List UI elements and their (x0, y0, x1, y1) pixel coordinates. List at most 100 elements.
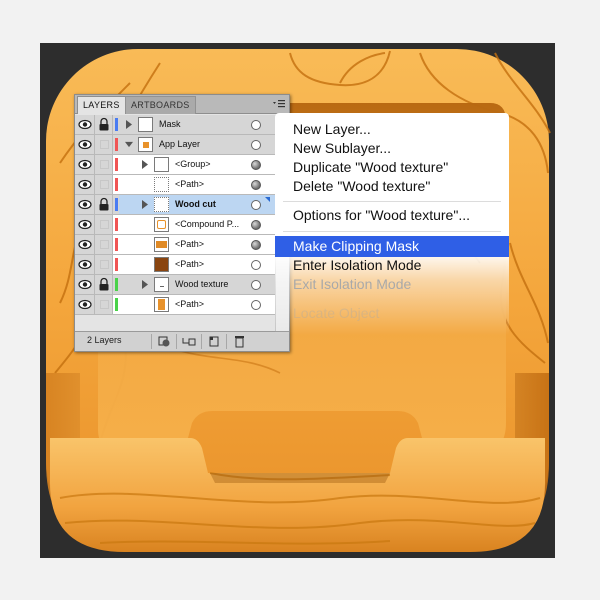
layer-name: Wood texture (175, 279, 229, 289)
selection-indicator (265, 197, 270, 202)
target-circle-icon[interactable] (251, 220, 261, 230)
layer-name: Wood cut (175, 199, 216, 209)
eye-icon[interactable] (75, 155, 95, 174)
layer-row-wood-texture[interactable]: Wood texture (75, 275, 289, 295)
layer-name: App Layer (159, 139, 201, 149)
clipping-mask-icon (158, 336, 170, 347)
lock-icon[interactable] (95, 115, 113, 134)
layer-row-mask[interactable]: Mask (75, 115, 289, 135)
lock-toggle[interactable] (100, 140, 109, 149)
lock-toggle[interactable] (100, 240, 109, 249)
layer-thumbnail (154, 157, 169, 172)
layers-panel: LAYERS ARTBOARDS Mask App Layer <Group> … (74, 94, 290, 352)
lock-icon[interactable] (95, 195, 113, 214)
layer-thumbnail (154, 257, 169, 272)
new-sublayer-button[interactable] (176, 334, 200, 349)
layer-row-compound-path[interactable]: <Compound P... (75, 215, 289, 235)
eye-icon[interactable] (75, 255, 95, 274)
expand-arrow-icon[interactable] (141, 280, 149, 289)
layer-row-wood-cut[interactable]: Wood cut (75, 195, 289, 215)
eye-icon[interactable] (75, 275, 95, 294)
new-sublayer-icon (182, 338, 196, 346)
eye-icon[interactable] (75, 215, 95, 234)
target-circle-icon[interactable] (251, 300, 261, 310)
eye-icon[interactable] (75, 235, 95, 254)
lock-toggle[interactable] (100, 220, 109, 229)
layer-color-bar (115, 238, 118, 251)
eye-icon[interactable] (75, 295, 95, 314)
layer-row-path[interactable]: <Path> (75, 235, 289, 255)
menu-separator (283, 201, 501, 202)
menu-item-delete[interactable]: Delete "Wood texture" (275, 176, 509, 197)
layer-count: 2 Layers (87, 335, 122, 345)
layer-row-group[interactable]: <Group> (75, 155, 289, 175)
layer-name: <Compound P... (175, 219, 240, 229)
layer-thumbnail (154, 217, 169, 232)
menu-item-new-sublayer[interactable]: New Sublayer... (275, 138, 509, 159)
layer-thumbnail (154, 297, 169, 312)
layer-row-path[interactable]: <Path> (75, 295, 289, 315)
menu-item-make-clipping-mask[interactable]: Make Clipping Mask (275, 236, 509, 257)
target-circle-icon[interactable] (251, 200, 261, 210)
new-layer-button[interactable] (201, 334, 225, 349)
panel-menu-icon[interactable] (272, 98, 286, 110)
layer-row-app-layer[interactable]: App Layer (75, 135, 289, 155)
menu-item-options[interactable]: Options for "Wood texture"... (275, 205, 509, 226)
layer-thumbnail (154, 197, 169, 212)
target-circle-icon[interactable] (251, 240, 261, 250)
menu-item-duplicate[interactable]: Duplicate "Wood texture" (275, 157, 509, 178)
collapse-arrow-icon[interactable] (125, 140, 133, 149)
layer-thumbnail (154, 237, 169, 252)
layer-row-path[interactable]: <Path> (75, 255, 289, 275)
lock-icon[interactable] (95, 275, 113, 294)
layer-name: <Path> (175, 239, 205, 249)
layer-color-bar (115, 218, 118, 231)
lock-toggle[interactable] (100, 180, 109, 189)
menu-item-enter-isolation-mode[interactable]: Enter Isolation Mode (275, 255, 509, 276)
layer-color-bar (115, 258, 118, 271)
panel-tab-bar: LAYERS ARTBOARDS (75, 95, 289, 114)
layer-thumbnail (154, 277, 169, 292)
eye-icon[interactable] (75, 115, 95, 134)
layer-color-bar (115, 138, 118, 151)
expand-arrow-icon[interactable] (125, 120, 133, 129)
layer-color-bar (115, 178, 118, 191)
layer-name: <Path> (175, 259, 205, 269)
eye-icon[interactable] (75, 135, 95, 154)
menu-item-new-layer[interactable]: New Layer... (275, 119, 509, 140)
menu-separator (283, 231, 501, 232)
expand-arrow-icon[interactable] (141, 160, 149, 169)
layer-thumbnail (154, 177, 169, 192)
layer-color-bar (115, 298, 118, 311)
delete-layer-button[interactable] (226, 334, 250, 349)
target-circle-icon[interactable] (251, 140, 261, 150)
target-circle-icon[interactable] (251, 120, 261, 130)
target-circle-icon[interactable] (251, 280, 261, 290)
panel-footer: 2 Layers (75, 331, 289, 351)
lock-toggle[interactable] (100, 260, 109, 269)
new-layer-icon (209, 336, 219, 347)
eye-icon[interactable] (75, 195, 95, 214)
expand-arrow-icon[interactable] (141, 200, 149, 209)
target-circle-icon[interactable] (251, 260, 261, 270)
layer-name: <Path> (175, 299, 205, 309)
lock-toggle[interactable] (100, 300, 109, 309)
layer-color-bar (115, 158, 118, 171)
eye-icon[interactable] (75, 175, 95, 194)
target-circle-icon[interactable] (251, 160, 261, 170)
layer-thumbnail (138, 117, 153, 132)
layer-color-bar (115, 118, 118, 131)
tab-layers[interactable]: LAYERS (77, 96, 126, 114)
tab-artboards[interactable]: ARTBOARDS (125, 96, 196, 114)
layer-name: <Group> (175, 159, 211, 169)
layer-color-bar (115, 278, 118, 291)
target-circle-icon[interactable] (251, 180, 261, 190)
make-clipping-mask-button[interactable] (151, 334, 175, 349)
layer-row-path[interactable]: <Path> (75, 175, 289, 195)
layer-name: <Path> (175, 179, 205, 189)
menu-item-locate-object: Locate Object (293, 305, 380, 321)
lock-toggle[interactable] (100, 160, 109, 169)
layers-context-menu: New Layer... New Sublayer... Duplicate "… (275, 113, 509, 335)
trash-icon (235, 336, 244, 348)
menu-item-exit-isolation-mode: Exit Isolation Mode (293, 276, 412, 292)
